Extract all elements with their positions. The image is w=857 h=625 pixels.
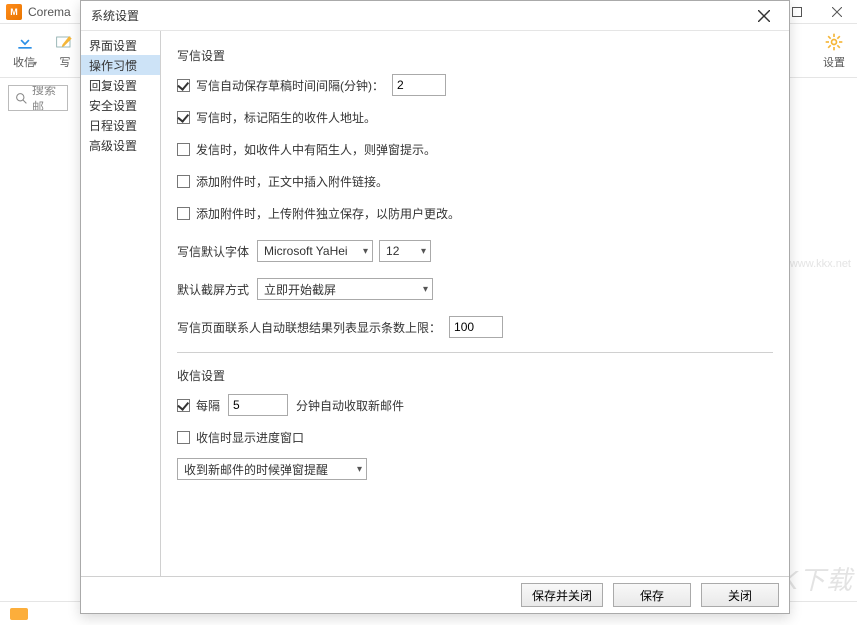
- combo-font-family[interactable]: Microsoft YaHei ▾: [257, 240, 373, 262]
- search-placeholder: 搜索邮: [32, 85, 61, 111]
- checkbox-mark-stranger[interactable]: [177, 111, 190, 124]
- label-screenshot: 默认截屏方式: [177, 281, 249, 298]
- row-contact-limit: 写信页面联系人自动联想结果列表显示条数上限：: [177, 316, 773, 338]
- search-icon: [15, 92, 28, 105]
- combo-font-size[interactable]: 12 ▾: [379, 240, 431, 262]
- row-attach-save: 添加附件时，上传附件独立保存，以防用户更改。: [177, 202, 773, 224]
- close-window-button[interactable]: [817, 0, 857, 24]
- receive-section-title: 收信设置: [177, 367, 773, 384]
- tab-operation[interactable]: 操作习惯: [81, 55, 160, 75]
- toolbar-write-label: 写: [60, 54, 71, 70]
- dialog-body: 界面设置 操作习惯 回复设置 安全设置 日程设置 高级设置 写信设置 写信自动保…: [81, 31, 789, 577]
- download-icon: [15, 32, 35, 52]
- chevron-down-icon: ▾: [413, 246, 426, 257]
- label-mark-stranger: 写信时，标记陌生的收件人地址。: [196, 109, 376, 126]
- tab-security[interactable]: 安全设置: [81, 95, 160, 115]
- row-recv-progress: 收信时显示进度窗口: [177, 426, 773, 448]
- checkbox-recv-interval[interactable]: [177, 399, 190, 412]
- label-attach-save: 添加附件时，上传附件独立保存，以防用户更改。: [196, 205, 460, 222]
- search-input[interactable]: 搜索邮: [8, 85, 68, 111]
- pencil-icon: [55, 32, 75, 52]
- dialog-title: 系统设置: [91, 7, 139, 24]
- close-button[interactable]: 关闭: [701, 583, 779, 607]
- app-icon: M: [6, 4, 22, 20]
- toolbar-receive-label: 收信: [13, 54, 35, 70]
- write-section-title: 写信设置: [177, 47, 773, 64]
- divider: [177, 352, 773, 353]
- chevron-down-icon: ▾: [33, 59, 37, 68]
- input-recv-interval[interactable]: [228, 394, 288, 416]
- input-autosave-minutes[interactable]: [392, 74, 446, 96]
- tab-advanced[interactable]: 高级设置: [81, 135, 160, 155]
- checkbox-recv-progress[interactable]: [177, 431, 190, 444]
- label-font: 写信默认字体: [177, 243, 249, 260]
- label-attach-link: 添加附件时，正文中插入附件链接。: [196, 173, 388, 190]
- toolbar-receive[interactable]: 收信▾: [6, 32, 44, 70]
- tab-interface[interactable]: 界面设置: [81, 35, 160, 55]
- save-and-close-button[interactable]: 保存并关闭: [521, 583, 603, 607]
- row-recv-interval: 每隔 分钟自动收取新邮件: [177, 394, 773, 416]
- checkbox-send-stranger[interactable]: [177, 143, 190, 156]
- dialog-close-button[interactable]: [749, 1, 779, 31]
- checkbox-attach-save[interactable]: [177, 207, 190, 220]
- checkbox-attach-link[interactable]: [177, 175, 190, 188]
- label-recv-progress: 收信时显示进度窗口: [196, 429, 304, 446]
- row-mark-stranger: 写信时，标记陌生的收件人地址。: [177, 106, 773, 128]
- dialog-titlebar: 系统设置: [81, 1, 789, 31]
- toolbar-write[interactable]: 写: [46, 32, 84, 70]
- chevron-down-icon: ▾: [349, 464, 362, 475]
- row-recv-action: 收到新邮件的时候弹窗提醒 ▾: [177, 458, 773, 480]
- row-font: 写信默认字体 Microsoft YaHei ▾ 12 ▾: [177, 240, 773, 262]
- dialog-footer: 保存并关闭 保存 关闭: [81, 577, 789, 613]
- watermark-url: www.kkx.net: [790, 258, 851, 270]
- settings-dialog: 系统设置 界面设置 操作习惯 回复设置 安全设置 日程设置 高级设置 写信设置 …: [80, 0, 790, 614]
- label-recv-interval-suffix: 分钟自动收取新邮件: [296, 397, 404, 414]
- row-screenshot: 默认截屏方式 立即开始截屏 ▾: [177, 278, 773, 300]
- tab-schedule[interactable]: 日程设置: [81, 115, 160, 135]
- label-send-stranger: 发信时，如收件人中有陌生人，则弹窗提示。: [196, 141, 436, 158]
- combo-screenshot-mode[interactable]: 立即开始截屏 ▾: [257, 278, 433, 300]
- toolbar-settings-label: 设置: [823, 54, 845, 70]
- row-send-stranger: 发信时，如收件人中有陌生人，则弹窗提示。: [177, 138, 773, 160]
- settings-content: 写信设置 写信自动保存草稿时间间隔(分钟)： 写信时，标记陌生的收件人地址。 发…: [161, 31, 789, 576]
- label-contact-limit: 写信页面联系人自动联想结果列表显示条数上限：: [177, 319, 441, 336]
- row-autosave: 写信自动保存草稿时间间隔(分钟)：: [177, 74, 773, 96]
- gear-icon: [824, 32, 844, 52]
- toolbar-settings[interactable]: 设置: [823, 32, 851, 70]
- settings-tabs: 界面设置 操作习惯 回复设置 安全设置 日程设置 高级设置: [81, 31, 161, 576]
- chevron-down-icon: ▾: [415, 284, 428, 295]
- input-contact-limit[interactable]: [449, 316, 503, 338]
- label-recv-interval-prefix: 每隔: [196, 397, 220, 414]
- app-title: Corema: [28, 5, 71, 19]
- label-autosave: 写信自动保存草稿时间间隔(分钟)：: [196, 77, 384, 94]
- mail-indicator-icon: [10, 608, 28, 620]
- row-attach-link: 添加附件时，正文中插入附件链接。: [177, 170, 773, 192]
- checkbox-autosave[interactable]: [177, 79, 190, 92]
- combo-recv-action[interactable]: 收到新邮件的时候弹窗提醒 ▾: [177, 458, 367, 480]
- tab-reply[interactable]: 回复设置: [81, 75, 160, 95]
- chevron-down-icon: ▾: [355, 246, 368, 257]
- save-button[interactable]: 保存: [613, 583, 691, 607]
